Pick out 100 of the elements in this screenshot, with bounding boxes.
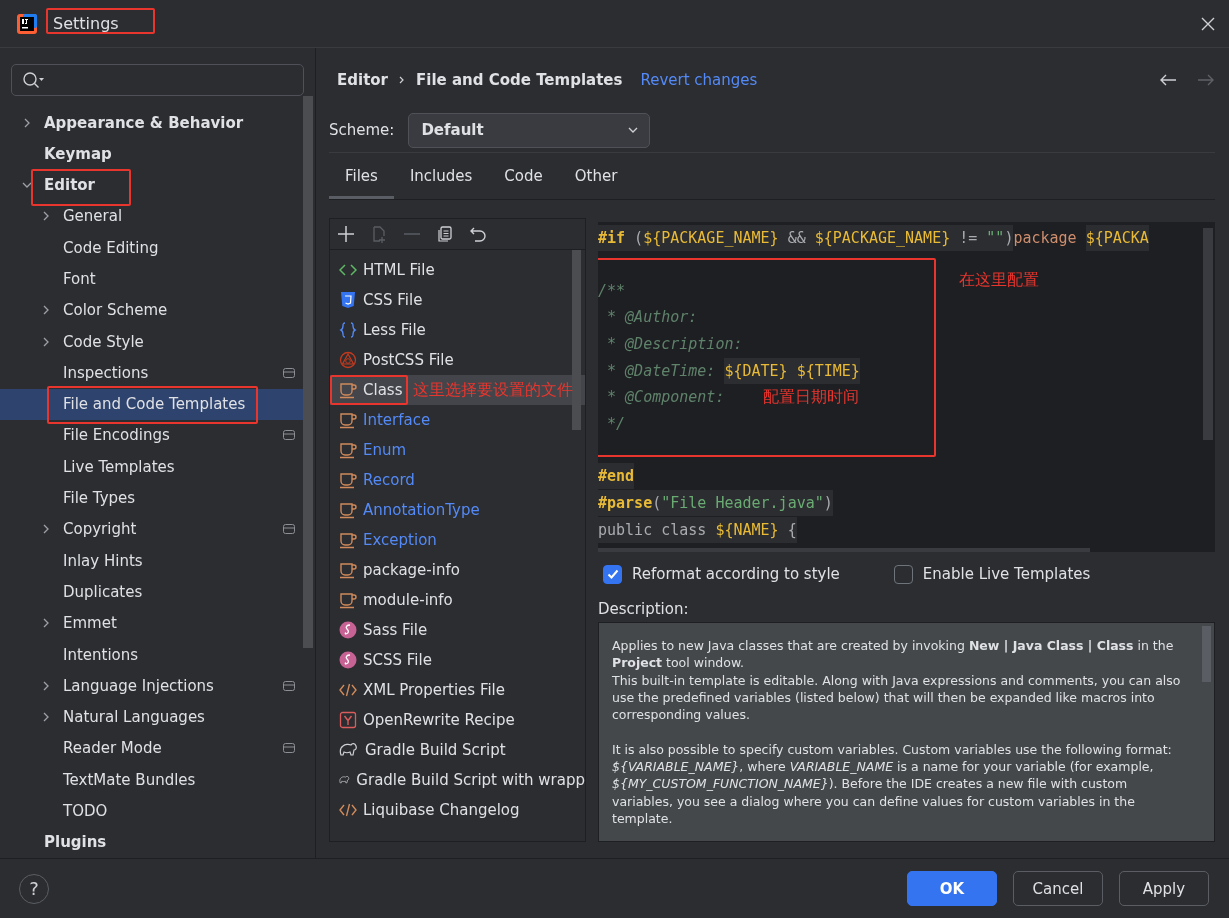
file-template-item[interactable]: Record (330, 465, 585, 495)
close-icon[interactable] (1201, 16, 1215, 31)
undo-icon[interactable] (469, 225, 487, 243)
tab[interactable]: Code (488, 153, 559, 199)
scrollbar[interactable] (572, 250, 581, 430)
tree-item[interactable]: Live Templates (0, 451, 303, 483)
file-template-item[interactable]: Liquibase Changelog (330, 795, 585, 825)
sass-icon (339, 651, 357, 669)
tree-item[interactable]: Language Injections (0, 670, 303, 702)
dialog-button[interactable]: Cancel (1013, 871, 1103, 906)
tree-item[interactable]: Inlay Hints (0, 545, 303, 577)
checkbox-label[interactable]: Reformat according to style (632, 565, 840, 583)
app-logo-icon (17, 13, 37, 34)
scrollbar[interactable] (303, 95, 313, 648)
tree-item[interactable]: Plugins (0, 826, 303, 858)
tree-item[interactable]: Duplicates (0, 576, 303, 608)
description-text: Applies to new Java classes that are created by invoking New | Java Class | Class in the Project tool window. (612, 637, 1175, 672)
file-template-label: HTML File (363, 261, 435, 279)
chevron-right-icon (398, 75, 406, 85)
file-template-item[interactable]: SCSS File (330, 645, 585, 675)
cup-icon (339, 441, 357, 459)
tree-item[interactable]: Font (0, 263, 303, 295)
file-template-item[interactable]: Exception (330, 525, 585, 555)
back-arrow-icon[interactable] (1159, 73, 1177, 87)
code-tag-icon (339, 682, 357, 698)
checkbox-label[interactable]: Enable Live Templates (922, 565, 1091, 583)
code-token: { (778, 516, 797, 543)
tab[interactable]: Includes (393, 153, 489, 199)
elephant-icon (339, 742, 359, 758)
tree-item[interactable]: Intentions (0, 638, 303, 671)
search-icon (22, 70, 46, 89)
file-template-item[interactable]: Gradle Build Script with wrapp (330, 765, 585, 795)
cup-icon (339, 591, 357, 609)
tree-item[interactable]: File Encodings (0, 419, 303, 452)
tree-item[interactable]: Code Editing (0, 232, 303, 264)
code-token: * @Component: (606, 387, 725, 409)
tab[interactable]: Files (329, 153, 394, 199)
tree-item[interactable]: Emmet (0, 607, 303, 639)
file-template-label: Exception (363, 531, 437, 549)
file-template-item[interactable]: OpenRewrite Recipe (330, 705, 585, 735)
checkbox[interactable] (603, 564, 622, 584)
breadcrumb-item: File and Code Templates (416, 71, 623, 89)
tree-item[interactable]: Inspections (0, 357, 303, 389)
tree-item[interactable]: Keymap (0, 138, 303, 170)
checkbox[interactable] (893, 564, 913, 584)
code-editor[interactable] (598, 222, 1215, 552)
file-template-item[interactable]: AnnotationType (330, 495, 585, 525)
file-template-item[interactable]: Less File (330, 315, 585, 345)
tree-item[interactable]: File and Code Templates (0, 388, 303, 420)
tree-item[interactable]: Color Scheme (0, 294, 303, 326)
tree-item[interactable]: Natural Languages (0, 701, 303, 733)
tree-item[interactable]: Reader Mode (0, 732, 303, 765)
tree-item[interactable]: Copyright (0, 513, 303, 546)
tree-item[interactable]: TODO (0, 795, 303, 827)
breadcrumb-item[interactable]: Editor (337, 71, 388, 89)
code-token: /** (598, 280, 626, 302)
ok-button[interactable]: OK (907, 871, 997, 906)
dialog-button[interactable]: Apply (1119, 871, 1209, 906)
revert-link[interactable]: Revert changes (640, 71, 758, 89)
file-template-label: Gradle Build Script with wrapp (356, 771, 585, 789)
file-template-item[interactable]: PostCSS File (330, 345, 585, 375)
openrewrite-icon (339, 711, 357, 729)
code-token: ( (625, 225, 644, 252)
scrollbar[interactable] (1202, 626, 1211, 682)
scrollbar[interactable] (1203, 228, 1213, 440)
tree-item[interactable]: TextMate Bundles (0, 764, 303, 796)
search-field[interactable] (11, 64, 304, 96)
file-template-item[interactable]: Interface (330, 405, 585, 435)
code-token: ${PACKAGE_NAME} (643, 225, 779, 252)
scheme-label: Scheme: (329, 121, 395, 139)
tree-item[interactable]: Editor (0, 169, 303, 201)
file-template-label: OpenRewrite Recipe (363, 711, 515, 729)
tree-item[interactable]: Appearance & Behavior (0, 106, 303, 139)
file-template-item[interactable]: package-info (330, 555, 585, 585)
code-token: && (778, 225, 815, 252)
copy-icon[interactable] (436, 225, 454, 243)
shield-icon (339, 291, 357, 309)
tab[interactable]: Other (558, 153, 634, 199)
scheme-dropdown[interactable]: Default (408, 112, 651, 148)
code-token: != (950, 225, 987, 252)
tree-item[interactable]: Code Style (0, 325, 303, 358)
code-token: #end (598, 463, 635, 490)
file-template-item[interactable]: Enum (330, 435, 585, 465)
code-token: #parse (598, 490, 653, 517)
file-template-item[interactable]: CSS File (330, 285, 585, 315)
file-template-item[interactable]: HTML File (330, 255, 585, 285)
file-template-label: package-info (363, 561, 460, 579)
file-template-item[interactable]: Sass File (330, 615, 585, 645)
file-template-label: Interface (363, 411, 431, 429)
annotation-note: 配置日期时间 (763, 386, 859, 408)
file-template-item[interactable]: XML Properties File (330, 675, 585, 705)
file-template-item[interactable]: module-info (330, 585, 585, 615)
code-token: #if (598, 225, 626, 252)
file-template-label: Sass File (363, 621, 428, 639)
code-tag-icon (339, 802, 357, 818)
tree-item[interactable]: General (0, 200, 303, 233)
tree-item[interactable]: File Types (0, 482, 303, 514)
add-icon[interactable] (337, 225, 355, 243)
postcss-icon (339, 351, 357, 369)
file-template-item[interactable]: Gradle Build Script (330, 735, 585, 765)
